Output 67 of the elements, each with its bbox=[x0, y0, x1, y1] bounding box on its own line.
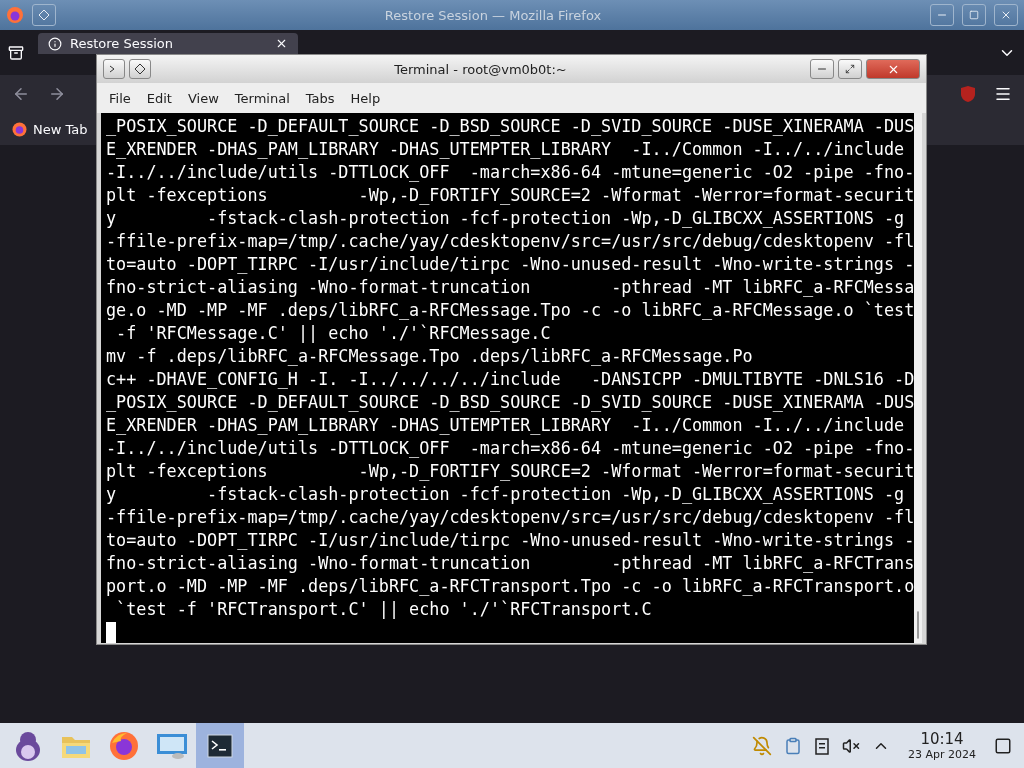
menu-item[interactable]: Tabs bbox=[299, 88, 341, 108]
menu-item[interactable]: Help bbox=[344, 88, 387, 108]
minimize-button[interactable] bbox=[810, 59, 834, 79]
terminal-line: to=auto -DOPT_TIRPC -I/usr/include/tirpc -Wno-unused-result -Wno-write-strings - bbox=[106, 529, 915, 552]
terminal-line: ge.o -MD -MP -MF .deps/libRFC_a-RFCMessage.Tpo -c -o libRFC_a-RFCMessage.o `test bbox=[106, 299, 915, 322]
volume-muted-icon[interactable] bbox=[842, 736, 860, 755]
close-icon[interactable] bbox=[275, 37, 288, 50]
tab-list-icon[interactable] bbox=[8, 44, 24, 61]
info-icon bbox=[48, 36, 62, 51]
terminal-line: -I../../include/utils -DTTLOCK_OFF -march=x86-64 -mtune=generic -O2 -pipe -fno- bbox=[106, 437, 915, 460]
terminal-line: plt -fexceptions -Wp,-D_FORTIFY_SOURCE=2 -Wformat -Werror=format-securit bbox=[106, 184, 915, 207]
window-title: Restore Session — Mozilla Firefox bbox=[383, 7, 603, 23]
terminal-line: -ffile-prefix-map=/tmp/.cache/yay/cdesktopenv/src=/usr/src/debug/cdesktopenv -fl bbox=[106, 506, 915, 529]
terminal-line: fno-strict-aliasing -Wno-format-truncation -pthread -MT libRFC_a-RFCTrans bbox=[106, 552, 915, 575]
tab-label: Restore Session bbox=[70, 36, 175, 51]
terminal-line: E_XRENDER -DHAS_PAM_LIBRARY -DHAS_UTEMPTER_LIBRARY -I../Common -I../../include bbox=[106, 414, 906, 437]
clock[interactable]: 10:14 23 Apr 2024 bbox=[908, 731, 976, 760]
menu-item[interactable]: File bbox=[103, 88, 137, 108]
menu-icon[interactable] bbox=[994, 85, 1012, 103]
diamond-icon bbox=[134, 63, 146, 75]
terminal-line: -f 'RFCMessage.C' || echo './'`RFCMessage.C bbox=[115, 322, 552, 345]
terminal-line: c++ -DHAVE_CONFIG_H -I. -I../../../../include -DANSICPP -DMULTIBYTE -DNLS16 -D bbox=[106, 368, 915, 391]
terminal-line: -ffile-prefix-map=/tmp/.cache/yay/cdesktopenv/src=/usr/src/debug/cdesktopenv -fl bbox=[106, 230, 915, 253]
terminal-line: mv -f .deps/libRFC_a-RFCMessage.Tpo .deps/libRFC_a-RFCMessage.Po bbox=[106, 345, 754, 368]
maximize-icon bbox=[845, 64, 855, 74]
terminal-line: plt -fexceptions -Wp,-D_FORTIFY_SOURCE=2 -Wformat -Werror=format-securit bbox=[106, 460, 915, 483]
terminal-line: -I../../include/utils -DTTLOCK_OFF -march=x86-64 -mtune=generic -O2 -pipe -fno- bbox=[106, 161, 915, 184]
maximize-icon bbox=[969, 10, 979, 20]
terminal-line: port.o -MD -MP -MF .deps/libRFC_a-RFCTransport.Tpo -c -o libRFC_a-RFCTransport.o bbox=[106, 575, 915, 598]
browser-icon bbox=[12, 121, 27, 137]
terminal-line: E_XRENDER -DHAS_PAM_LIBRARY -DHAS_UTEMPTER_LIBRARY -I../Common -I../../include bbox=[106, 138, 906, 161]
terminal-line: y -fstack-clash-protection -fcf-protection -Wp,-D_GLIBCXX_ASSERTIONS -g bbox=[106, 483, 906, 506]
mascot-icon bbox=[13, 729, 43, 762]
terminal-line: y -fstack-clash-protection -fcf-protection -Wp,-D_GLIBCXX_ASSERTIONS -g bbox=[106, 207, 906, 230]
show-desktop-icon[interactable] bbox=[994, 736, 1012, 755]
menu-item[interactable]: Edit bbox=[140, 88, 178, 108]
diamond-icon bbox=[38, 9, 50, 21]
clock-time: 10:14 bbox=[920, 731, 964, 747]
text-cursor bbox=[106, 622, 116, 643]
scrollbar[interactable] bbox=[914, 113, 923, 643]
terminal-line: to=auto -DOPT_TIRPC -I/usr/include/tirpc -Wno-unused-result -Wno-write-strings - bbox=[106, 253, 915, 276]
browser-tab[interactable]: Restore Session bbox=[38, 33, 298, 54]
forward-icon[interactable] bbox=[48, 85, 66, 103]
bell-off-icon[interactable] bbox=[752, 735, 772, 756]
clipboard-icon[interactable] bbox=[784, 736, 802, 755]
window-title: Terminal - root@vm0b0t:~ bbox=[393, 61, 568, 77]
terminal-icon bbox=[207, 733, 233, 758]
taskbar-app[interactable] bbox=[196, 723, 244, 768]
close-button[interactable] bbox=[866, 59, 920, 79]
menu-item[interactable]: View bbox=[181, 88, 225, 108]
terminal-line: `test -f 'RFCTransport.C' || echo './'`RFCTransport.C bbox=[115, 598, 653, 621]
pin-button[interactable] bbox=[129, 59, 151, 79]
browser-icon bbox=[6, 6, 24, 24]
close-icon bbox=[1000, 9, 1012, 21]
terminal-line: _POSIX_SOURCE -D_DEFAULT_SOURCE -D_BSD_SOURCE -D_SVID_SOURCE -DUSE_XINERAMA -DUS bbox=[106, 391, 915, 414]
maximize-button[interactable] bbox=[962, 4, 986, 26]
terminal-line: fno-strict-aliasing -Wno-format-truncation -pthread -MT libRFC_a-RFCMessa bbox=[106, 276, 915, 299]
terminal-line: _POSIX_SOURCE -D_DEFAULT_SOURCE -D_BSD_SOURCE -D_SVID_SOURCE -DUSE_XINERAMA -DUS bbox=[106, 115, 915, 138]
close-button[interactable] bbox=[994, 4, 1018, 26]
maximize-button[interactable] bbox=[838, 59, 862, 79]
menu-item[interactable]: Terminal bbox=[228, 88, 296, 108]
monitor-icon bbox=[156, 731, 188, 760]
browser-icon bbox=[109, 730, 139, 761]
clock-date: 23 Apr 2024 bbox=[908, 748, 976, 760]
back-icon[interactable] bbox=[12, 85, 30, 103]
bookmark[interactable]: New Tab bbox=[12, 121, 88, 137]
notes-icon[interactable] bbox=[814, 736, 830, 755]
